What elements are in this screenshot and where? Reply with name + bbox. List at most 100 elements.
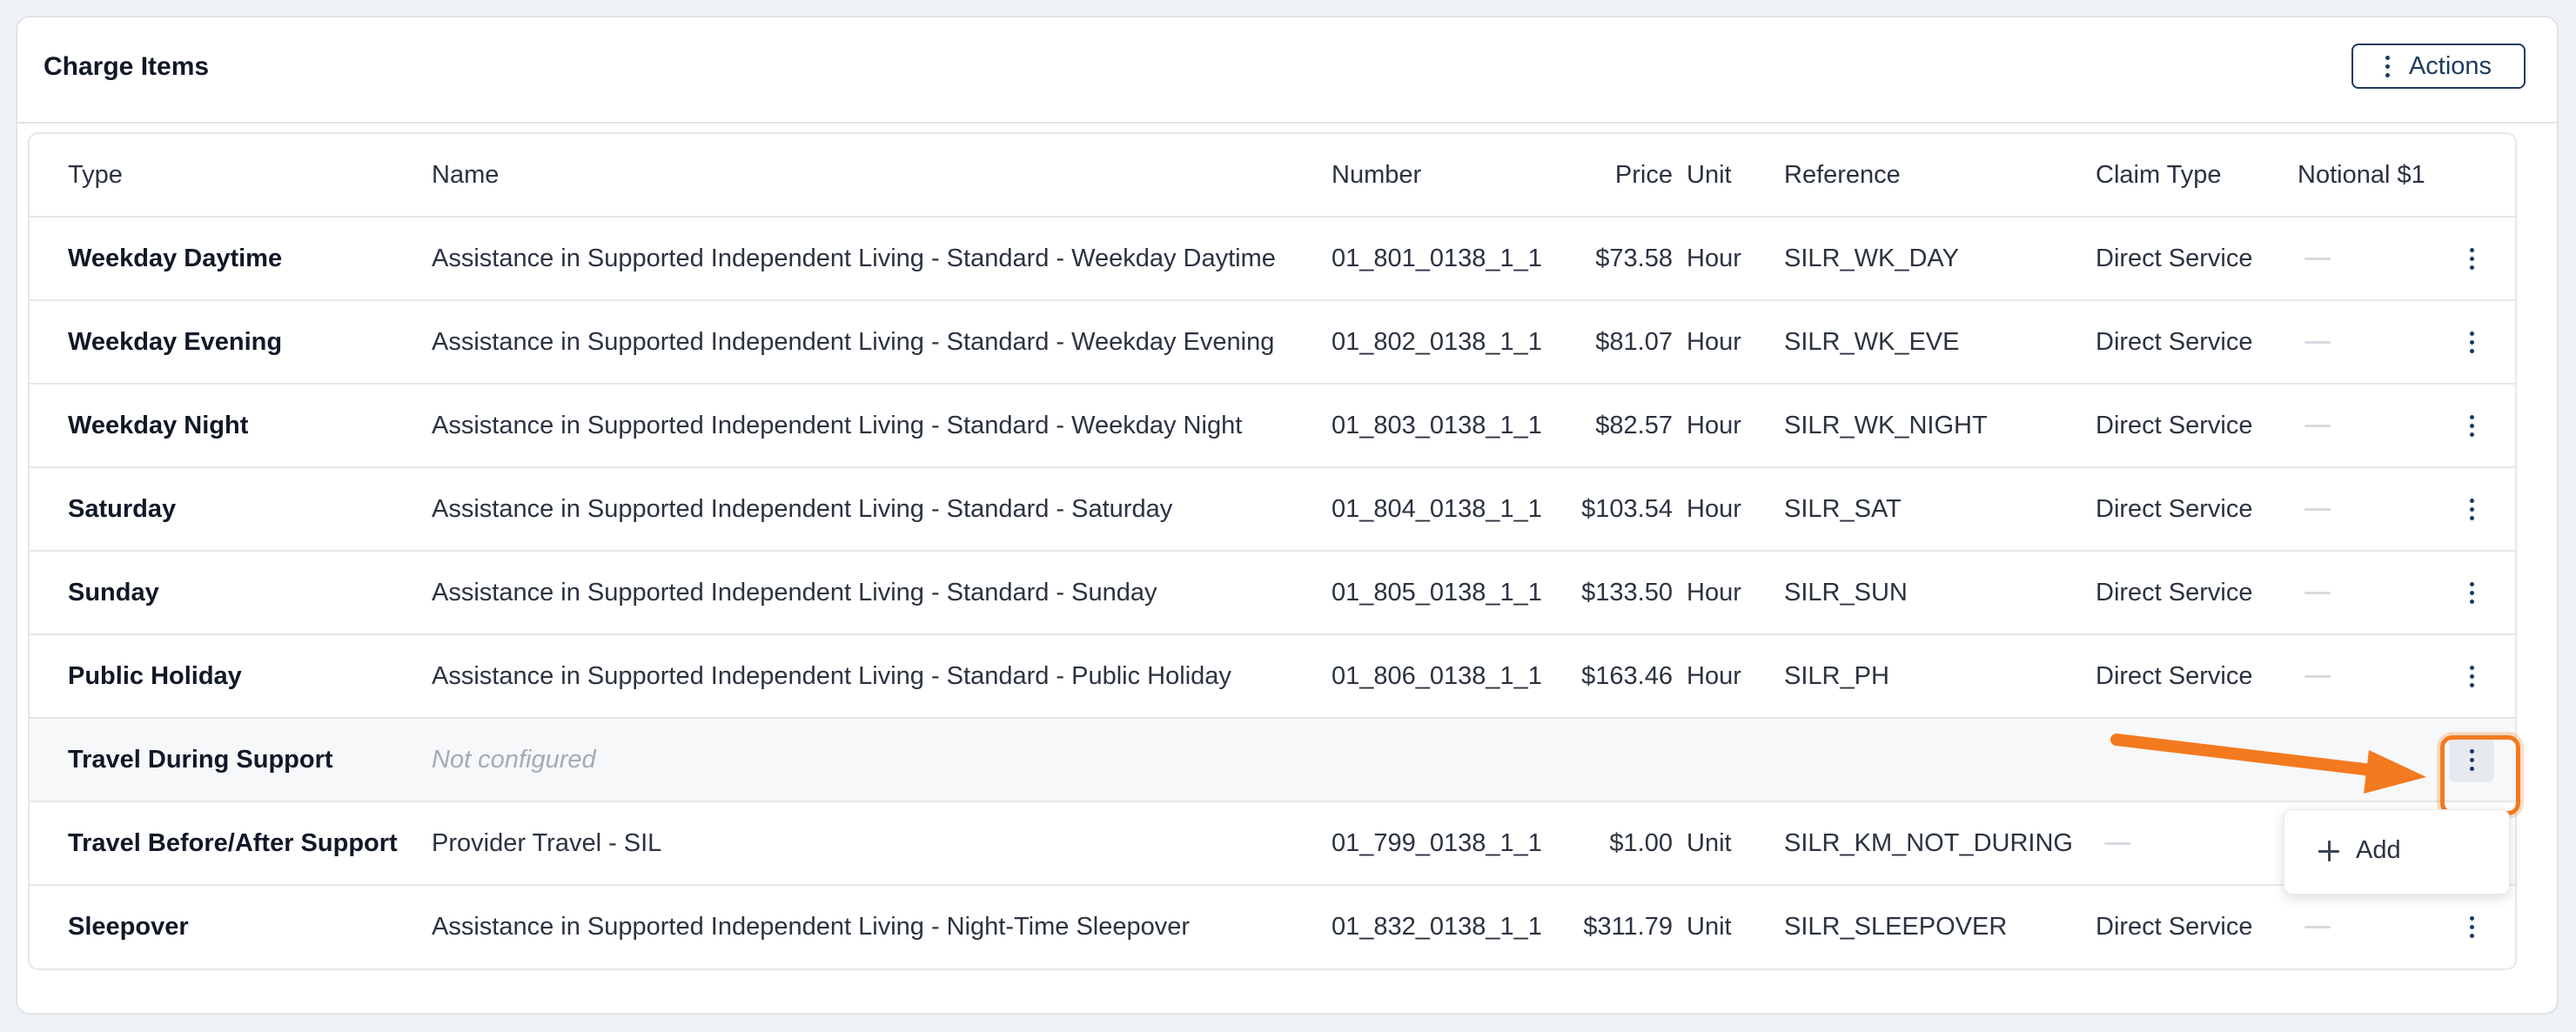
cell-type: Weekday Daytime <box>68 245 283 272</box>
row-menu-button[interactable] <box>2454 909 2489 944</box>
cell-type: Saturday <box>68 495 177 523</box>
notional-empty-dash <box>2304 258 2331 260</box>
notional-empty-dash <box>2304 592 2331 594</box>
row-menu-button[interactable] <box>2454 659 2489 694</box>
dropdown-item-add-label: Add <box>2356 836 2401 864</box>
cell-name: Assistance in Supported Independent Livi… <box>432 412 1243 439</box>
table-header-row: Type Name Number Price Unit Reference Cl… <box>30 134 2515 218</box>
cell-type: Sunday <box>68 579 159 606</box>
notional-empty-dash <box>2304 341 2331 344</box>
column-header-name: Name <box>432 161 500 189</box>
cell-number: 01_802_0138_1_1 <box>1332 328 1542 356</box>
cell-price: $103.54 <box>1581 495 1673 523</box>
notional-empty-dash <box>2304 675 2331 678</box>
charge-items-table: Type Name Number Price Unit Reference Cl… <box>28 132 2517 970</box>
card-header: Charge Items Actions <box>17 17 2557 124</box>
plus-icon <box>2318 840 2340 862</box>
cell-type: Weekday Night <box>68 412 249 439</box>
table-row: Weekday Daytime Assistance in Supported … <box>30 218 2515 301</box>
cell-type: Public Holiday <box>68 662 242 690</box>
more-vertical-icon <box>2385 55 2390 77</box>
cell-claim-type: Direct Service <box>2096 412 2253 439</box>
cell-price: $311.79 <box>1583 913 1673 941</box>
cell-number: 01_799_0138_1_1 <box>1332 829 1542 857</box>
cell-name: Provider Travel - SIL <box>432 829 662 857</box>
cell-number: 01_805_0138_1_1 <box>1332 579 1542 606</box>
row-menu-button[interactable] <box>2454 325 2489 359</box>
table-row: Weekday Night Assistance in Supported In… <box>30 385 2515 468</box>
table-row: Weekday Evening Assistance in Supported … <box>30 301 2515 385</box>
cell-reference: SILR_SAT <box>1784 495 1902 523</box>
cell-claim-type: Direct Service <box>2096 328 2253 356</box>
column-header-notional: Notional $1 <box>2298 161 2425 189</box>
dropdown-item-add[interactable]: Add <box>2284 810 2509 894</box>
cell-unit: Hour <box>1687 412 1741 439</box>
column-header-price: Price <box>1614 161 1673 189</box>
cell-reference: SILR_SLEEPOVER <box>1784 913 2008 941</box>
cell-price: $82.57 <box>1595 412 1673 439</box>
cell-reference: SILR_WK_NIGHT <box>1784 412 1988 439</box>
cell-name: Assistance in Supported Independent Livi… <box>432 913 1191 941</box>
table-row: Sleepover Assistance in Supported Indepe… <box>30 886 2515 968</box>
cell-name-not-configured: Not configured <box>432 746 596 774</box>
table-row: Travel During Support Not configured <box>30 719 2515 802</box>
cell-claim-type: Direct Service <box>2096 245 2253 272</box>
row-menu-button[interactable] <box>2454 408 2489 443</box>
cell-unit: Unit <box>1687 913 1732 941</box>
highlight-focus-ring <box>2440 735 2520 815</box>
cell-type: Weekday Evening <box>68 328 283 356</box>
cell-claim-type: Direct Service <box>2096 913 2253 941</box>
notional-empty-dash <box>2304 926 2331 928</box>
cell-unit: Hour <box>1687 662 1741 690</box>
column-header-number: Number <box>1332 161 1422 189</box>
cell-type: Travel During Support <box>68 746 333 774</box>
column-header-type: Type <box>68 161 123 189</box>
cell-number: 01_803_0138_1_1 <box>1332 412 1542 439</box>
cell-number: 01_832_0138_1_1 <box>1332 913 1542 941</box>
column-header-reference: Reference <box>1784 161 1901 189</box>
actions-button-label: Actions <box>2408 51 2492 80</box>
cell-reference: SILR_PH <box>1784 662 1889 690</box>
cell-claim-type: Direct Service <box>2096 495 2253 523</box>
cell-type: Travel Before/After Support <box>68 829 398 857</box>
row-menu-button[interactable] <box>2454 492 2489 526</box>
column-header-claim-type: Claim Type <box>2096 161 2222 189</box>
table-row: Saturday Assistance in Supported Indepen… <box>30 468 2515 552</box>
actions-button[interactable]: Actions <box>2351 44 2526 89</box>
row-actions-dropdown: Add <box>2284 809 2510 895</box>
cell-number: 01_806_0138_1_1 <box>1332 662 1542 690</box>
cell-price: $163.46 <box>1581 662 1673 690</box>
cell-number: 01_804_0138_1_1 <box>1332 495 1542 523</box>
cell-name: Assistance in Supported Independent Livi… <box>432 495 1173 523</box>
cell-reference: SILR_WK_DAY <box>1784 245 1959 272</box>
row-menu-button[interactable] <box>2454 575 2489 610</box>
cell-unit: Hour <box>1687 245 1741 272</box>
claim-type-empty-dash <box>2104 842 2130 845</box>
cell-type: Sleepover <box>68 913 189 941</box>
cell-claim-type: Direct Service <box>2096 579 2253 606</box>
cell-unit: Hour <box>1687 579 1741 606</box>
cell-claim-type: Direct Service <box>2096 662 2253 690</box>
table-row: Travel Before/After Support Provider Tra… <box>30 802 2515 886</box>
cell-name: Assistance in Supported Independent Livi… <box>432 662 1231 690</box>
cell-price: $73.58 <box>1595 245 1673 272</box>
cell-reference: SILR_WK_EVE <box>1784 328 1960 356</box>
table-row: Public Holiday Assistance in Supported I… <box>30 635 2515 719</box>
cell-unit: Unit <box>1687 829 1732 857</box>
cell-name: Assistance in Supported Independent Livi… <box>432 579 1157 606</box>
cell-reference: SILR_SUN <box>1784 579 1908 606</box>
cell-price: $133.50 <box>1581 579 1673 606</box>
cell-unit: Hour <box>1687 328 1741 356</box>
cell-name: Assistance in Supported Independent Livi… <box>432 328 1275 356</box>
cell-number: 01_801_0138_1_1 <box>1332 245 1542 272</box>
cell-unit: Hour <box>1687 495 1741 523</box>
cell-name: Assistance in Supported Independent Livi… <box>432 245 1276 272</box>
cell-price: $81.07 <box>1595 328 1673 356</box>
card-title: Charge Items <box>44 52 210 81</box>
cell-reference: SILR_KM_NOT_DURING <box>1784 829 2073 857</box>
row-menu-button[interactable] <box>2454 241 2489 276</box>
table-row: Sunday Assistance in Supported Independe… <box>30 552 2515 635</box>
cell-price: $1.00 <box>1609 829 1673 857</box>
notional-empty-dash <box>2304 425 2331 427</box>
column-header-unit: Unit <box>1687 161 1732 189</box>
